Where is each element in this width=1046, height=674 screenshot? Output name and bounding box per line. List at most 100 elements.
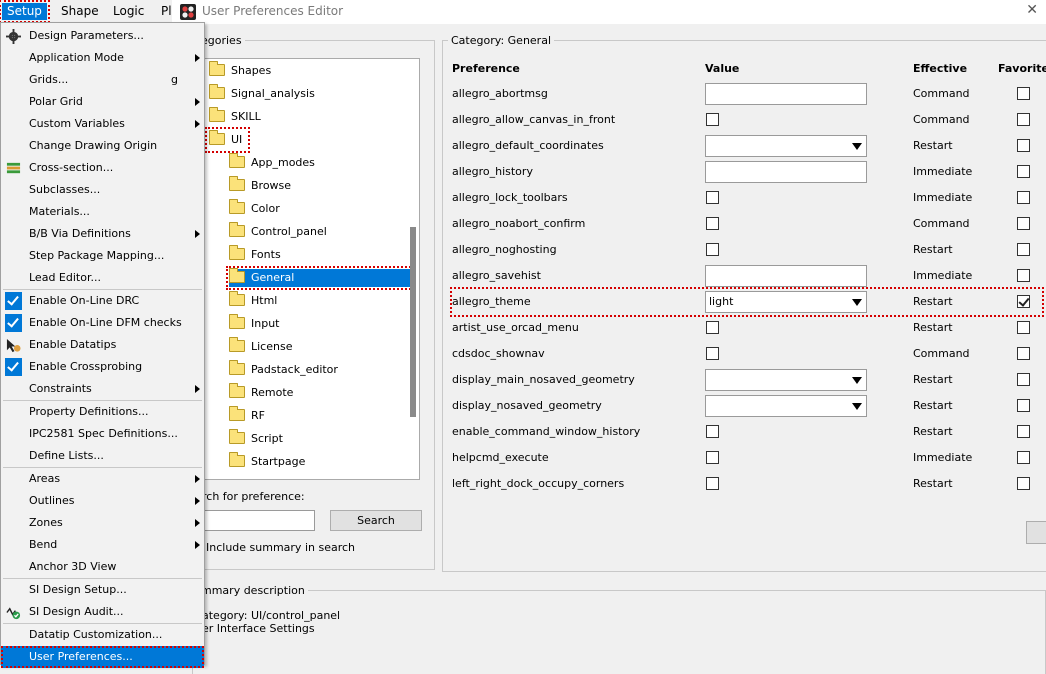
- preference-value-select[interactable]: [705, 369, 867, 391]
- menubar-item-setup[interactable]: Setup: [0, 0, 50, 23]
- favorite-checkbox[interactable]: [1017, 269, 1030, 282]
- preference-value-checkbox[interactable]: [706, 321, 719, 334]
- menu-item-datatip-customization[interactable]: Datatip Customization...: [1, 624, 204, 646]
- menu-item-enable-crossprobing[interactable]: Enable Crossprobing: [1, 356, 204, 378]
- menu-item-label: Bend: [29, 538, 58, 551]
- menu-item-subclasses[interactable]: Subclasses...: [1, 179, 204, 201]
- preference-value-checkbox[interactable]: [706, 425, 719, 438]
- tree-item[interactable]: License: [229, 337, 296, 356]
- favorite-checkbox[interactable]: [1017, 295, 1030, 308]
- favorite-checkbox[interactable]: [1017, 113, 1030, 126]
- tree-item[interactable]: Padstack_editor: [229, 360, 342, 379]
- tree-item[interactable]: Remote: [229, 383, 297, 402]
- preference-row: allegro_noghosting Restart: [452, 237, 1042, 263]
- tree-item[interactable]: Shapes: [209, 61, 275, 80]
- menu-item-constraints[interactable]: Constraints: [1, 378, 204, 400]
- favorite-checkbox[interactable]: [1017, 87, 1030, 100]
- menu-item-custom-variables[interactable]: Custom Variables: [1, 113, 204, 135]
- favorite-checkbox[interactable]: [1017, 451, 1030, 464]
- menu-item-cross-section[interactable]: Cross-section...: [1, 157, 204, 179]
- preference-value-checkbox[interactable]: [706, 191, 719, 204]
- tree-item[interactable]: Script: [229, 429, 287, 448]
- include-summary-label[interactable]: Include summary in search: [206, 541, 355, 554]
- preference-name: enable_command_window_history: [452, 425, 641, 438]
- tree-scrollbar-thumb[interactable]: [410, 227, 416, 417]
- menu-item-define-lists[interactable]: Define Lists...: [1, 445, 204, 467]
- search-button[interactable]: Search: [330, 510, 422, 531]
- menu-item-b-b-via-definitions[interactable]: B/B Via Definitions: [1, 223, 204, 245]
- search-input[interactable]: [198, 510, 315, 531]
- preference-value-input[interactable]: [705, 161, 867, 183]
- tree-item[interactable]: Input: [229, 314, 283, 333]
- folder-icon: [229, 153, 245, 168]
- menu-item-lead-editor[interactable]: Lead Editor...: [1, 267, 204, 289]
- menu-item-materials[interactable]: Materials...: [1, 201, 204, 223]
- title-bar[interactable]: User Preferences Editor ✕: [172, 0, 1046, 24]
- favorite-checkbox[interactable]: [1017, 321, 1030, 334]
- favorite-checkbox[interactable]: [1017, 373, 1030, 386]
- apply-button[interactable]: [1026, 521, 1046, 544]
- menu-item-enable-on-line-dfm-checks[interactable]: Enable On-Line DFM checks: [1, 312, 204, 334]
- submenu-arrow-icon: [195, 385, 200, 393]
- favorite-checkbox[interactable]: [1017, 347, 1030, 360]
- folder-icon: [209, 130, 225, 145]
- menu-item-design-parameters[interactable]: Design Parameters...: [1, 25, 204, 47]
- tree-item[interactable]: Color: [229, 199, 284, 218]
- favorite-checkbox[interactable]: [1017, 139, 1030, 152]
- menu-item-step-package-mapping[interactable]: Step Package Mapping...: [1, 245, 204, 267]
- preference-value-input[interactable]: [705, 265, 867, 287]
- menu-item-si-design-audit[interactable]: SI Design Audit...: [1, 601, 204, 623]
- favorite-checkbox[interactable]: [1017, 399, 1030, 412]
- preference-value-select[interactable]: [705, 135, 867, 157]
- menu-item-outlines[interactable]: Outlines: [1, 490, 204, 512]
- preference-value-checkbox[interactable]: [706, 113, 719, 126]
- favorite-checkbox[interactable]: [1017, 425, 1030, 438]
- category-tree[interactable]: Shapes Signal_analysis SKILL UI App_modes Bro…: [200, 58, 420, 480]
- menu-item-zones[interactable]: Zones: [1, 512, 204, 534]
- tree-item[interactable]: SKILL: [209, 107, 265, 126]
- menubar-item-logic[interactable]: Logic: [108, 3, 149, 20]
- menu-item-property-definitions[interactable]: Property Definitions...: [1, 401, 204, 423]
- preference-value-checkbox[interactable]: [706, 243, 719, 256]
- menu-item-enable-datatips[interactable]: Enable Datatips: [1, 334, 204, 356]
- tree-item[interactable]: General: [226, 266, 414, 290]
- tree-item[interactable]: RF: [229, 406, 269, 425]
- menu-item-bend[interactable]: Bend: [1, 534, 204, 556]
- menu-item-polar-grid[interactable]: Polar Grid: [1, 91, 204, 113]
- preference-value-checkbox[interactable]: [706, 477, 719, 490]
- tree-item[interactable]: Html: [229, 291, 281, 310]
- preference-value-checkbox[interactable]: [706, 347, 719, 360]
- favorite-checkbox[interactable]: [1017, 191, 1030, 204]
- chevron-down-icon: [852, 403, 862, 410]
- tree-item[interactable]: Browse: [229, 176, 295, 195]
- menu-item-change-drawing-origin[interactable]: Change Drawing Origin: [1, 135, 204, 157]
- menu-item-grids[interactable]: Grids... g: [1, 69, 204, 91]
- favorite-checkbox[interactable]: [1017, 243, 1030, 256]
- preference-value-checkbox[interactable]: [706, 451, 719, 464]
- favorite-checkbox[interactable]: [1017, 477, 1030, 490]
- tree-item[interactable]: Startpage: [229, 452, 309, 471]
- favorite-checkbox[interactable]: [1017, 217, 1030, 230]
- tree-item[interactable]: Control_panel: [229, 222, 331, 241]
- tree-item[interactable]: Signal_analysis: [209, 84, 319, 103]
- menu-item-areas[interactable]: Areas: [1, 468, 204, 490]
- app-menubar: Setup Shape Logic Pl: [0, 0, 172, 23]
- menu-item-si-design-setup[interactable]: SI Design Setup...: [1, 579, 204, 601]
- preference-value-select[interactable]: [705, 395, 867, 417]
- category-legend: Category: General: [451, 34, 551, 47]
- menubar-item-shape[interactable]: Shape: [56, 3, 104, 20]
- close-icon[interactable]: ✕: [1026, 2, 1038, 18]
- menu-item-application-mode[interactable]: Application Mode: [1, 47, 204, 69]
- tree-item-content: Html: [229, 291, 281, 310]
- menu-item-ipc2581-spec-definitions[interactable]: IPC2581 Spec Definitions...: [1, 423, 204, 445]
- favorite-checkbox[interactable]: [1017, 165, 1030, 178]
- preference-value-checkbox[interactable]: [706, 217, 719, 230]
- menu-item-anchor-3d-view[interactable]: Anchor 3D View: [1, 556, 204, 578]
- tree-item-content: Fonts: [229, 245, 285, 264]
- tree-item[interactable]: UI: [204, 127, 251, 153]
- preference-value-input[interactable]: [705, 83, 867, 105]
- preference-value-select[interactable]: light: [705, 291, 867, 313]
- menu-item-enable-on-line-drc[interactable]: Enable On-Line DRC: [1, 290, 204, 312]
- tree-item[interactable]: Fonts: [229, 245, 285, 264]
- tree-item[interactable]: App_modes: [229, 153, 319, 172]
